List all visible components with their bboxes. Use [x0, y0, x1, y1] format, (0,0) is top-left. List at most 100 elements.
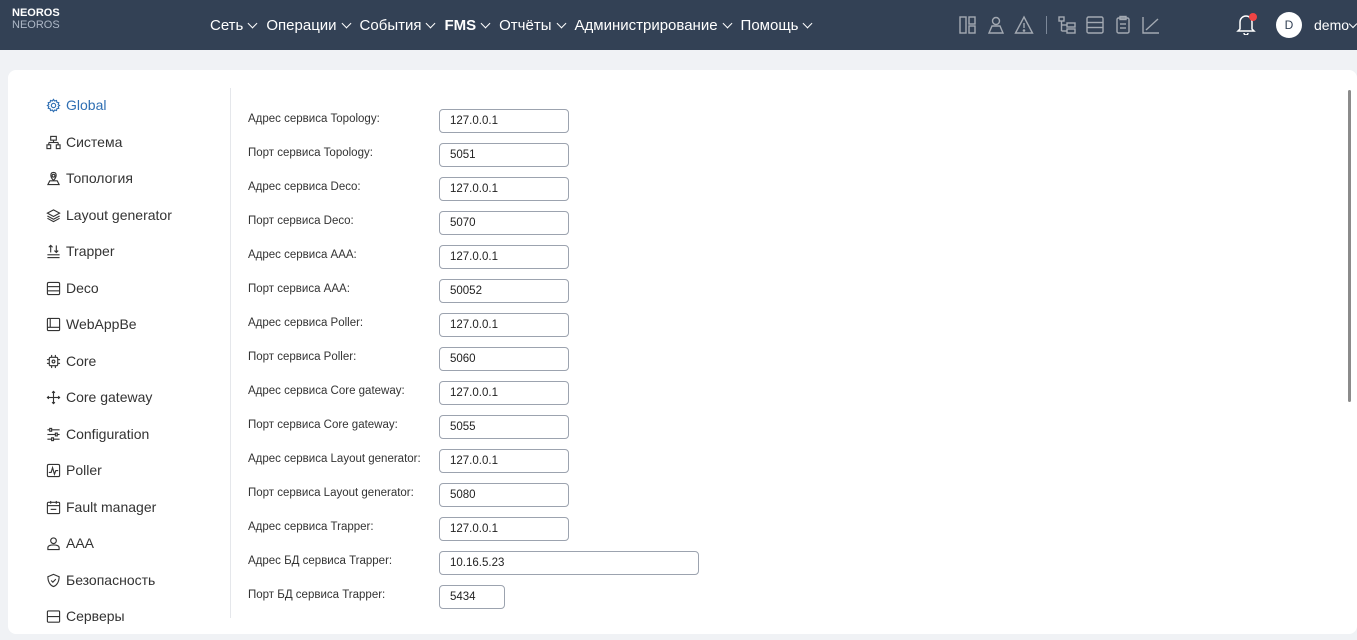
- deco-port-input[interactable]: [439, 211, 569, 235]
- menu-item-events[interactable]: События: [359, 16, 436, 34]
- menu-item-administration[interactable]: Администрирование: [574, 16, 732, 34]
- aaa-address-input[interactable]: [439, 245, 569, 269]
- form-row-core-gateway-address: Адрес сервиса Core gateway:: [248, 381, 748, 405]
- menu-item-network[interactable]: Сеть: [210, 17, 258, 34]
- form-row-deco-port: Порт сервиса Deco:: [248, 211, 748, 235]
- sidebar-item-system[interactable]: Система: [46, 130, 122, 154]
- warning-icon[interactable]: [1014, 15, 1034, 35]
- window-icon: [46, 317, 61, 331]
- sidebar-item-label: Layout generator: [66, 207, 172, 223]
- trapper-db-port-input[interactable]: [439, 585, 505, 609]
- chevron-down-icon[interactable]: [1348, 19, 1357, 29]
- sidebar-item-label: Deco: [66, 280, 99, 296]
- sidebar-item-label: Серверы: [66, 608, 125, 624]
- main-menu: Сеть Операции События FMS Отчёты Админис…: [210, 0, 821, 50]
- tree-list-icon[interactable]: [1057, 15, 1077, 35]
- field-label: Порт сервиса Topology:: [248, 147, 373, 159]
- core-gateway-address-input[interactable]: [439, 381, 569, 405]
- sidebar-item-layout-generator[interactable]: Layout generator: [46, 203, 172, 227]
- trapper-address-input[interactable]: [439, 517, 569, 541]
- sidebar-item-fault-manager[interactable]: Fault manager: [46, 495, 156, 519]
- sidebar-item-servers[interactable]: Серверы: [46, 604, 125, 628]
- field-label: Адрес БД сервиса Trapper:: [248, 555, 393, 567]
- settings-sidebar: Global Система Топология Layout generato…: [8, 70, 230, 624]
- core-gateway-port-input[interactable]: [439, 415, 569, 439]
- menu-item-reports[interactable]: Отчёты: [499, 16, 566, 34]
- sidebar-item-core-gateway[interactable]: Core gateway: [46, 385, 152, 409]
- brand-logo[interactable]: NEOROS NEOROS: [12, 7, 60, 31]
- form-row-trapper-db-port: Порт БД сервиса Trapper:: [248, 585, 748, 609]
- field-label: Порт сервиса Layout generator:: [248, 487, 414, 499]
- sidebar-item-label: Core gateway: [66, 389, 153, 405]
- sidebar-item-label: Trapper: [66, 243, 115, 259]
- scrollbar[interactable]: [1348, 90, 1351, 402]
- notification-badge: [1249, 13, 1257, 21]
- field-label: Порт сервиса AAA:: [248, 283, 350, 295]
- field-label: Адрес сервиса Topology:: [248, 113, 380, 125]
- brand-name: NEOROS: [12, 7, 60, 19]
- menu-item-fms[interactable]: FMS: [444, 16, 491, 34]
- menu-item-label: FMS: [444, 16, 477, 34]
- form-row-trapper-db-address: Адрес БД сервиса Trapper:: [248, 551, 748, 575]
- topology-port-input[interactable]: [439, 143, 569, 167]
- sidebar-item-label: Configuration: [66, 426, 150, 442]
- network-icon: [46, 135, 61, 149]
- sidebar-item-label: Core: [66, 353, 97, 369]
- form-row-topology-port: Порт сервиса Topology:: [248, 143, 748, 167]
- sidebar-item-label: WebAppBe: [66, 316, 137, 332]
- sidebar-item-poller[interactable]: Poller: [46, 458, 102, 482]
- chevron-down-icon: [480, 18, 491, 28]
- sidebar-item-label: Fault manager: [66, 499, 157, 515]
- menu-item-operations[interactable]: Операции: [266, 16, 351, 34]
- sliders-icon: [47, 427, 60, 441]
- layout-generator-address-input[interactable]: [439, 449, 569, 473]
- chart-line-icon[interactable]: [1141, 15, 1161, 35]
- trapper-db-address-input[interactable]: [439, 551, 699, 575]
- sidebar-item-label: Global: [66, 97, 107, 113]
- topology-address-input[interactable]: [439, 109, 569, 133]
- username[interactable]: demo: [1314, 17, 1349, 33]
- location-icon: [46, 171, 61, 185]
- field-label: Порт БД сервиса Trapper:: [248, 589, 386, 601]
- field-label: Порт сервиса Deco:: [248, 215, 354, 227]
- toolbar: [958, 12, 1169, 38]
- sidebar-item-topology[interactable]: Топология: [46, 166, 133, 190]
- chevron-down-icon: [426, 18, 436, 28]
- sidebar-item-aaa[interactable]: AAA: [46, 531, 94, 555]
- sidebar-item-global[interactable]: Global: [46, 93, 106, 117]
- chevron-down-icon: [803, 18, 813, 28]
- menu-item-label: Отчёты: [499, 16, 552, 34]
- users-map-icon[interactable]: [986, 15, 1006, 35]
- sidebar-item-deco[interactable]: Deco: [46, 276, 99, 300]
- form-row-trapper-address: Адрес сервиса Trapper:: [248, 517, 748, 541]
- sidebar-item-security[interactable]: Безопасность: [46, 568, 155, 592]
- menu-item-label: События: [359, 16, 422, 34]
- trap-icon: [47, 244, 60, 258]
- poller-port-input[interactable]: [439, 347, 569, 371]
- sidebar-item-label: Система: [66, 134, 123, 150]
- menu-item-label: Администрирование: [574, 16, 718, 34]
- layout-generator-port-input[interactable]: [439, 483, 569, 507]
- menu-item-label: Операции: [266, 16, 337, 34]
- poller-address-input[interactable]: [439, 313, 569, 337]
- sidebar-item-label: Безопасность: [66, 572, 156, 588]
- form-row-layout-generator-address: Адрес сервиса Layout generator:: [248, 449, 748, 473]
- menu-item-label: Помощь: [740, 16, 799, 34]
- sidebar-item-core[interactable]: Core: [46, 349, 96, 373]
- grid-panel-icon[interactable]: [958, 15, 978, 35]
- deco-address-input[interactable]: [439, 177, 569, 201]
- sidebar-item-configuration[interactable]: Configuration: [46, 422, 149, 446]
- pulse-icon: [46, 463, 61, 477]
- top-navigation-bar: NEOROS NEOROS Сеть Операции События FMS …: [0, 0, 1357, 50]
- menu-item-help[interactable]: Помощь: [740, 16, 813, 34]
- sidebar-item-trapper[interactable]: Trapper: [46, 239, 115, 263]
- table-list-icon[interactable]: [1085, 15, 1105, 35]
- chip-icon: [46, 354, 61, 368]
- field-label: Адрес сервиса Trapper:: [248, 521, 374, 533]
- sidebar-item-webappbe[interactable]: WebAppBe: [46, 312, 137, 336]
- form-row-poller-address: Адрес сервиса Poller:: [248, 313, 748, 337]
- clipboard-icon[interactable]: [1113, 15, 1133, 35]
- avatar[interactable]: D: [1276, 12, 1302, 38]
- gear-icon: [46, 97, 61, 113]
- aaa-port-input[interactable]: [439, 279, 569, 303]
